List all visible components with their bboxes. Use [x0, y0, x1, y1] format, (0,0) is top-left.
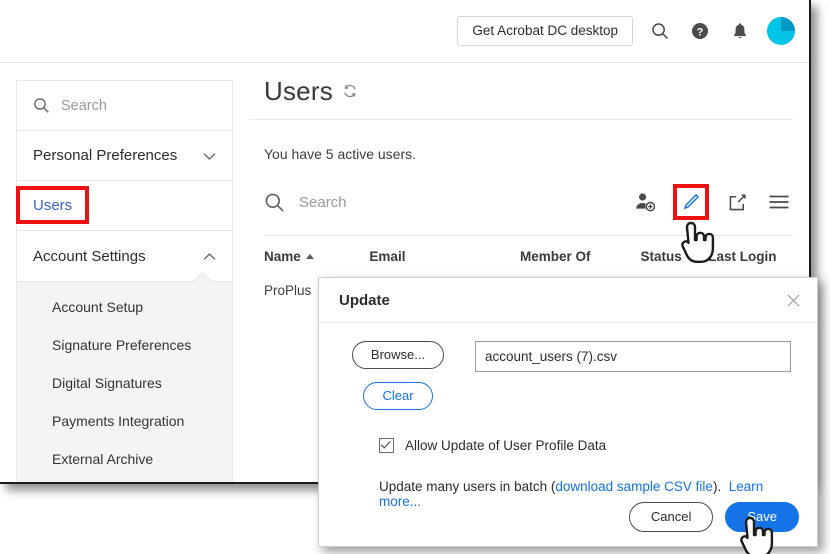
export-icon[interactable]: [723, 188, 751, 216]
edit-pencil-icon: [681, 192, 701, 212]
chevron-down-icon: [203, 152, 216, 161]
sidebar-search-field[interactable]: Search: [17, 81, 232, 131]
column-header-status[interactable]: Status: [641, 249, 709, 264]
modal-footer: Cancel Save: [629, 502, 799, 532]
users-search-placeholder[interactable]: Search: [299, 194, 347, 211]
column-header-name[interactable]: Name: [264, 249, 369, 264]
svg-text:?: ?: [697, 26, 704, 38]
cancel-button[interactable]: Cancel: [629, 502, 713, 532]
filename-input[interactable]: account_users (7).csv: [475, 341, 791, 372]
refresh-icon[interactable]: [342, 83, 358, 99]
sidebar-item-users[interactable]: Users: [17, 181, 232, 231]
file-picker-row: Browse... Clear account_users (7).csv: [345, 341, 791, 410]
sidebar-subitem-digital-signatures[interactable]: Digital Signatures: [17, 364, 232, 402]
modal-header: Update: [319, 278, 817, 323]
toolbar-actions: [631, 184, 793, 220]
sort-asc-icon: [306, 254, 314, 259]
menu-icon[interactable]: [765, 188, 793, 216]
users-table-header: Name Email Member Of Status Last Login: [264, 235, 793, 264]
add-user-icon[interactable]: [631, 188, 659, 216]
sidebar-search-placeholder: Search: [61, 98, 107, 114]
help-icon[interactable]: ?: [687, 18, 713, 44]
batch-text-pre: Update many users in batch (: [379, 479, 555, 494]
column-header-member-of[interactable]: Member Of: [520, 249, 640, 264]
get-acrobat-desktop-button[interactable]: Get Acrobat DC desktop: [457, 16, 633, 47]
modal-body: Browse... Clear account_users (7).csv Al…: [319, 323, 817, 509]
page-title: Users: [264, 76, 333, 107]
search-icon[interactable]: [647, 18, 673, 44]
chevron-up-icon: [203, 252, 216, 261]
active-users-count: You have 5 active users.: [250, 120, 809, 162]
allow-update-label: Allow Update of User Profile Data: [405, 438, 606, 453]
download-sample-csv-link[interactable]: download sample CSV file: [555, 479, 713, 494]
sidebar-submenu-account-settings: Account Setup Signature Preferences Digi…: [17, 281, 232, 484]
clear-button[interactable]: Clear: [363, 382, 432, 410]
save-button[interactable]: Save: [725, 502, 799, 532]
screenshot-root: Get Acrobat DC desktop ?: [0, 0, 830, 554]
column-header-label: Name: [264, 249, 301, 264]
sidebar-item-label: Personal Preferences: [33, 147, 177, 164]
sidebar-nav: Search Personal Preferences Users Accoun…: [16, 80, 233, 484]
close-icon[interactable]: [786, 293, 801, 308]
bell-icon[interactable]: [727, 18, 753, 44]
column-header-email[interactable]: Email: [369, 249, 520, 264]
sidebar-item-label: Users: [33, 197, 72, 214]
app-top-bar: Get Acrobat DC desktop ?: [0, 0, 809, 63]
browse-button[interactable]: Browse...: [352, 341, 444, 369]
sidebar-subitem-signature-preferences[interactable]: Signature Preferences: [17, 326, 232, 364]
sidebar-subitem-account-setup[interactable]: Account Setup: [17, 288, 232, 326]
allow-update-checkbox[interactable]: [379, 438, 394, 453]
page-title-row: Users: [250, 63, 793, 120]
top-bar-actions: Get Acrobat DC desktop ?: [457, 0, 795, 62]
file-buttons: Browse... Clear: [345, 341, 451, 410]
sidebar-subitem-external-archive[interactable]: External Archive: [17, 440, 232, 478]
allow-update-row: Allow Update of User Profile Data: [345, 438, 791, 453]
update-modal: Update Browse... Clear account_users (7)…: [318, 277, 818, 547]
sidebar-subitem-payments-integration[interactable]: Payments Integration: [17, 402, 232, 440]
users-list-toolbar: Search: [264, 181, 793, 223]
batch-text-post: ).: [713, 479, 721, 494]
sidebar-item-label: Account Settings: [33, 248, 146, 265]
search-icon: [33, 97, 50, 114]
modal-title: Update: [339, 292, 390, 309]
sidebar-item-personal-preferences[interactable]: Personal Preferences: [17, 131, 232, 181]
edit-pencil-button[interactable]: [673, 184, 709, 220]
search-icon[interactable]: [264, 192, 285, 213]
column-header-last-login[interactable]: Last Login: [708, 249, 793, 264]
avatar[interactable]: [767, 17, 795, 45]
